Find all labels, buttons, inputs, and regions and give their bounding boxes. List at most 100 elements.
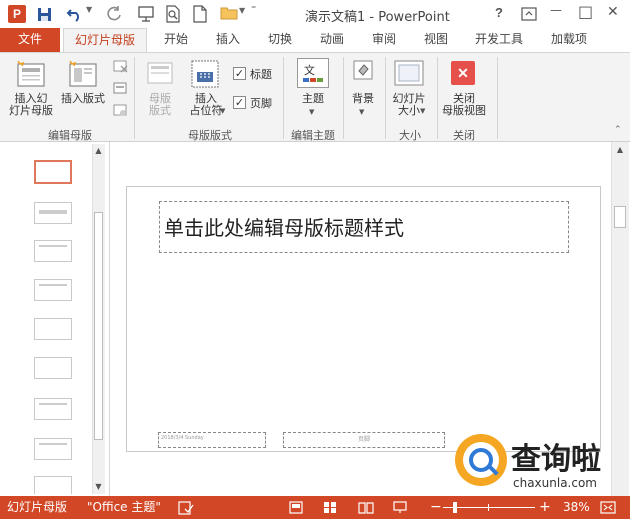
master-layout-button[interactable]: 母版 版式 xyxy=(140,93,180,117)
status-bar: 幻灯片母版 "Office 主题" − + 38% xyxy=(0,496,630,519)
redo-icon[interactable] xyxy=(106,6,122,22)
reading-view-icon[interactable] xyxy=(358,501,374,514)
thumbnail-layout[interactable] xyxy=(34,240,72,262)
close-master-view-button[interactable]: 关闭 母版视图 xyxy=(436,93,492,117)
tab-view[interactable]: 视图 xyxy=(415,28,457,52)
open-dropdown-icon[interactable]: ▼ xyxy=(239,6,245,15)
ribbon-display-options-icon[interactable] xyxy=(521,7,537,21)
group-label-edit-master: 编辑母版 xyxy=(48,129,92,142)
zoom-out-button[interactable]: − xyxy=(430,496,442,519)
thumbnail-layout[interactable] xyxy=(34,357,72,379)
new-document-icon[interactable] xyxy=(193,5,207,23)
insert-placeholder-icon xyxy=(191,60,219,88)
save-icon[interactable] xyxy=(37,7,52,22)
title-checkbox[interactable]: ✓ xyxy=(233,67,246,80)
tab-review[interactable]: 审阅 xyxy=(363,28,405,52)
rename-slide-icon[interactable] xyxy=(113,82,129,96)
tab-home[interactable]: 开始 xyxy=(155,28,197,52)
background-button[interactable]: 背景 xyxy=(345,93,381,105)
thumbnail-pane: ▲ ▼ xyxy=(0,142,110,496)
title-placeholder-text: 单击此处编辑母版标题样式 xyxy=(164,216,404,240)
tab-file[interactable]: 文件 xyxy=(0,28,60,52)
tab-slide-master[interactable]: 幻灯片母版 xyxy=(63,28,147,53)
restore-button[interactable]: □ xyxy=(578,2,593,21)
thumbnail-scroll-up-icon[interactable]: ▲ xyxy=(92,146,105,155)
thumbnail-layout[interactable] xyxy=(34,398,72,420)
group-label-master-layout: 母版版式 xyxy=(188,129,232,142)
tab-insert[interactable]: 插入 xyxy=(207,28,249,52)
spell-check-icon[interactable] xyxy=(178,501,194,515)
tab-animations[interactable]: 动画 xyxy=(311,28,353,52)
title-bar: P ▼ ▼ ⁼ 演示文稿1 - PowerPoint ? — □ ✕ xyxy=(0,0,630,28)
ribbon-tabs: 文件 幻灯片母版 开始 插入 切换 动画 审阅 视图 开发工具 加载项 xyxy=(0,28,630,53)
zoom-in-button[interactable]: + xyxy=(539,496,551,519)
title-checkbox-label: 标题 xyxy=(250,68,272,81)
slide-size-icon xyxy=(394,60,424,86)
help-button[interactable]: ? xyxy=(495,5,503,20)
watermark-url: chaxunla.com xyxy=(513,476,597,490)
logo-letter: P xyxy=(12,7,21,21)
thumbnail-master[interactable] xyxy=(34,160,72,184)
editor-scroll-up-icon[interactable]: ▲ xyxy=(611,145,629,154)
group-separator xyxy=(497,57,498,139)
powerpoint-logo-icon: P xyxy=(8,5,26,23)
customize-qat-icon[interactable]: ⁼ xyxy=(251,4,256,15)
slide-editor: 单击此处编辑母版标题样式 2018/3/4 Sunday 页脚 ▲ 查询啦 ch… xyxy=(111,142,630,496)
close-window-button[interactable]: ✕ xyxy=(607,4,619,20)
delete-slide-icon[interactable] xyxy=(113,60,129,74)
tab-addins[interactable]: 加载项 xyxy=(541,28,597,52)
print-preview-icon[interactable] xyxy=(165,5,181,23)
insert-slide-master-icon xyxy=(17,60,45,87)
insert-layout-icon xyxy=(69,60,97,87)
minimize-button[interactable]: — xyxy=(550,3,562,17)
master-layout-icon xyxy=(147,62,173,84)
footer-placeholder-text: 页脚 xyxy=(357,436,370,443)
close-master-view-icon: ✕ xyxy=(451,61,475,85)
group-label-close: 关闭 xyxy=(453,129,475,142)
date-placeholder-text: 2018/3/4 Sunday xyxy=(161,435,204,441)
insert-slide-master-button[interactable]: 插入幻 灯片母版 xyxy=(4,93,58,117)
thumbnail-layout[interactable] xyxy=(34,202,72,224)
tab-transitions[interactable]: 切换 xyxy=(259,28,301,52)
group-label-size: 大小 xyxy=(399,129,421,142)
collapse-ribbon-icon[interactable]: ⌃ xyxy=(614,125,622,135)
editor-scroll-thumb[interactable] xyxy=(614,206,626,228)
watermark-logo: 查询啦 chaxunla.com xyxy=(455,432,625,496)
preserve-slide-icon[interactable] xyxy=(113,104,129,118)
thumbnail-layout[interactable] xyxy=(34,279,72,301)
group-separator xyxy=(343,57,344,139)
window-title: 演示文稿1 - PowerPoint xyxy=(305,10,450,25)
undo-dropdown-icon[interactable]: ▼ xyxy=(86,5,92,14)
thumbnail-layout[interactable] xyxy=(34,318,72,340)
group-separator xyxy=(134,57,135,139)
insert-layout-button[interactable]: 插入版式 xyxy=(58,93,108,105)
watermark-brand: 查询啦 xyxy=(511,442,601,477)
slide-size-dropdown-icon[interactable]: ▼ xyxy=(420,107,425,115)
ribbon: 插入幻 灯片母版 插入版式 编辑母版 母版 版式 插入 占位符 ▼ ✓ 标题 ✓… xyxy=(0,52,630,142)
slide-sorter-icon[interactable] xyxy=(323,501,337,514)
footer-checkbox-label: 页脚 xyxy=(250,97,272,110)
zoom-level[interactable]: 38% xyxy=(563,496,590,519)
status-theme-name: "Office 主题" xyxy=(87,500,161,514)
themes-button[interactable]: 主题 xyxy=(293,93,333,105)
themes-dropdown-icon[interactable]: ▼ xyxy=(309,108,314,116)
fit-to-window-icon[interactable] xyxy=(600,501,616,514)
thumbnail-scroll-down-icon[interactable]: ▼ xyxy=(92,482,105,491)
open-folder-icon[interactable] xyxy=(220,6,238,20)
zoom-slider-thumb[interactable] xyxy=(453,502,457,513)
group-label-edit-theme: 编辑主题 xyxy=(291,129,335,142)
footer-checkbox[interactable]: ✓ xyxy=(233,96,246,109)
themes-icon: 文 xyxy=(297,58,329,88)
thumbnail-layout[interactable] xyxy=(34,476,72,494)
tab-developer[interactable]: 开发工具 xyxy=(467,28,531,52)
thumbnail-layout[interactable] xyxy=(34,438,72,460)
normal-view-icon[interactable] xyxy=(289,501,303,514)
background-dropdown-icon[interactable]: ▼ xyxy=(359,108,364,116)
slideshow-view-icon[interactable] xyxy=(393,501,407,514)
zoom-slider-center-mark xyxy=(488,504,489,511)
insert-placeholder-dropdown-icon[interactable]: ▼ xyxy=(220,107,225,115)
undo-icon[interactable] xyxy=(66,6,84,22)
slideshow-start-icon[interactable] xyxy=(137,5,155,23)
status-view-name: 幻灯片母版 xyxy=(7,500,68,514)
thumbnail-scroll-thumb[interactable] xyxy=(94,212,103,440)
